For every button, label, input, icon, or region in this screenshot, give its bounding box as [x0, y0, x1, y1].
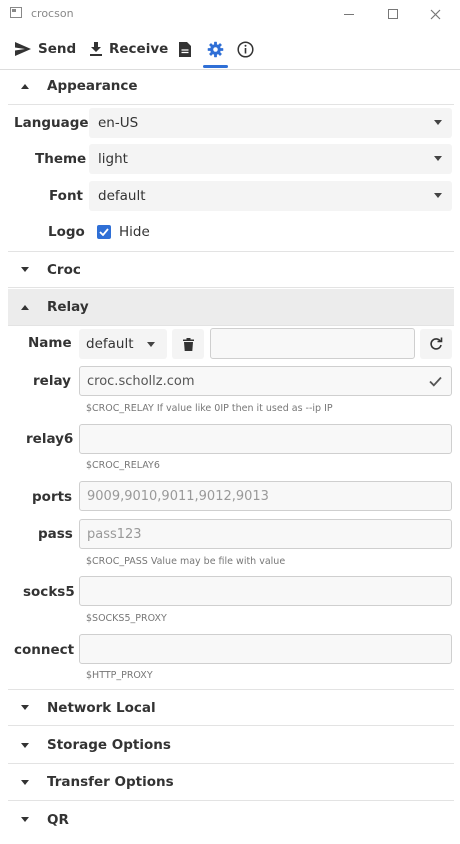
connect-hint: $HTTP_PROXY	[86, 670, 153, 681]
pass-hint: $CROC_PASS Value may be file with value	[86, 556, 286, 567]
document-icon	[179, 41, 191, 57]
socks5-input[interactable]	[79, 576, 452, 606]
relay6-label: relay6	[26, 431, 74, 447]
socks5-label: socks5	[23, 584, 75, 600]
window-title: crocson	[31, 7, 74, 20]
pass-value: pass123	[87, 526, 142, 542]
maximize-button[interactable]	[370, 0, 416, 28]
relay-name-input[interactable]	[210, 328, 415, 359]
font-value: default	[98, 188, 146, 204]
connect-input[interactable]	[79, 634, 452, 664]
info-icon	[236, 40, 254, 58]
checkmark-icon	[99, 228, 109, 236]
ports-label: ports	[32, 489, 73, 505]
dropdown-arrow-icon	[434, 120, 442, 125]
transfer-options-section-header[interactable]: Transfer Options	[8, 764, 454, 801]
storage-options-title: Storage Options	[47, 737, 171, 753]
qr-title: QR	[47, 811, 69, 828]
relay-name-select[interactable]: default	[79, 329, 167, 359]
storage-options-section-header[interactable]: Storage Options	[8, 727, 454, 764]
chevron-down-icon	[20, 267, 30, 272]
delete-relay-button[interactable]	[172, 329, 204, 359]
language-select[interactable]: en-US	[89, 108, 452, 138]
send-button[interactable]: Send	[15, 38, 76, 60]
hide-logo-checkbox[interactable]	[97, 225, 111, 239]
hide-logo-label[interactable]: Hide	[119, 224, 150, 240]
send-icon	[15, 42, 31, 56]
logo-label: Logo	[48, 224, 85, 240]
relay-field-label: relay	[33, 373, 71, 389]
pass-label: pass	[38, 526, 73, 542]
settings-tab-button[interactable]	[204, 38, 226, 60]
chevron-down-icon	[20, 705, 30, 710]
ports-input[interactable]: 9009,9010,9011,9012,9013	[79, 481, 452, 511]
toolbar: Send Receive	[0, 32, 460, 70]
maximize-icon	[388, 9, 398, 19]
chevron-up-icon	[20, 304, 30, 310]
chevron-down-icon	[20, 817, 30, 822]
qr-section-header[interactable]: QR	[8, 801, 454, 838]
about-tab-button[interactable]	[234, 38, 256, 60]
croc-title: Croc	[47, 261, 81, 278]
language-label: Language	[14, 115, 89, 131]
theme-label: Theme	[35, 151, 87, 167]
receive-label: Receive	[109, 41, 169, 57]
relay-address-input[interactable]: croc.schollz.com	[79, 366, 452, 396]
ports-value: 9009,9010,9011,9012,9013	[87, 488, 269, 504]
refresh-relay-button[interactable]	[420, 329, 452, 359]
dropdown-arrow-icon	[434, 193, 442, 198]
title-bar: crocson	[0, 0, 460, 28]
relay-address-value: croc.schollz.com	[87, 373, 195, 389]
send-label: Send	[38, 41, 77, 57]
relay-title: Relay	[47, 299, 89, 315]
pass-input[interactable]: pass123	[79, 519, 452, 549]
font-select[interactable]: default	[89, 181, 452, 211]
chevron-down-icon	[20, 779, 30, 785]
appearance-section-header[interactable]: Appearance	[8, 68, 454, 105]
app-window-icon	[10, 7, 22, 18]
network-local-section-header[interactable]: Network Local	[8, 689, 454, 726]
croc-section-header[interactable]: Croc	[8, 251, 454, 288]
appearance-title: Appearance	[47, 78, 138, 94]
relay6-hint: $CROC_RELAY6	[86, 460, 160, 471]
relay6-input[interactable]	[79, 424, 452, 454]
connect-label: connect	[14, 642, 75, 658]
close-button[interactable]	[412, 0, 458, 28]
theme-value: light	[98, 151, 128, 167]
network-local-title: Network Local	[47, 699, 156, 716]
relay-name-label: Name	[28, 335, 72, 351]
trash-icon	[182, 337, 194, 351]
receive-button[interactable]: Receive	[90, 38, 168, 60]
checkmark-icon	[429, 376, 442, 387]
theme-select[interactable]: light	[89, 144, 452, 174]
relay-hint: $CROC_RELAY If value like 0IP then it us…	[86, 403, 333, 414]
relay-name-value: default	[86, 336, 134, 352]
dropdown-arrow-icon	[147, 342, 155, 347]
gear-icon	[207, 41, 223, 57]
minimize-icon	[344, 13, 354, 15]
socks5-hint: $SOCKS5_PROXY	[86, 613, 167, 624]
refresh-icon	[430, 337, 443, 350]
close-icon	[430, 9, 440, 19]
font-label: Font	[49, 188, 84, 204]
language-value: en-US	[98, 115, 139, 131]
download-icon	[90, 42, 102, 56]
chevron-down-icon	[20, 742, 30, 748]
log-tab-button[interactable]	[174, 38, 196, 60]
minimize-button[interactable]	[326, 0, 372, 28]
relay-section-header[interactable]: Relay	[8, 289, 454, 326]
transfer-options-title: Transfer Options	[47, 774, 174, 790]
chevron-up-icon	[20, 83, 30, 89]
dropdown-arrow-icon	[434, 156, 442, 161]
